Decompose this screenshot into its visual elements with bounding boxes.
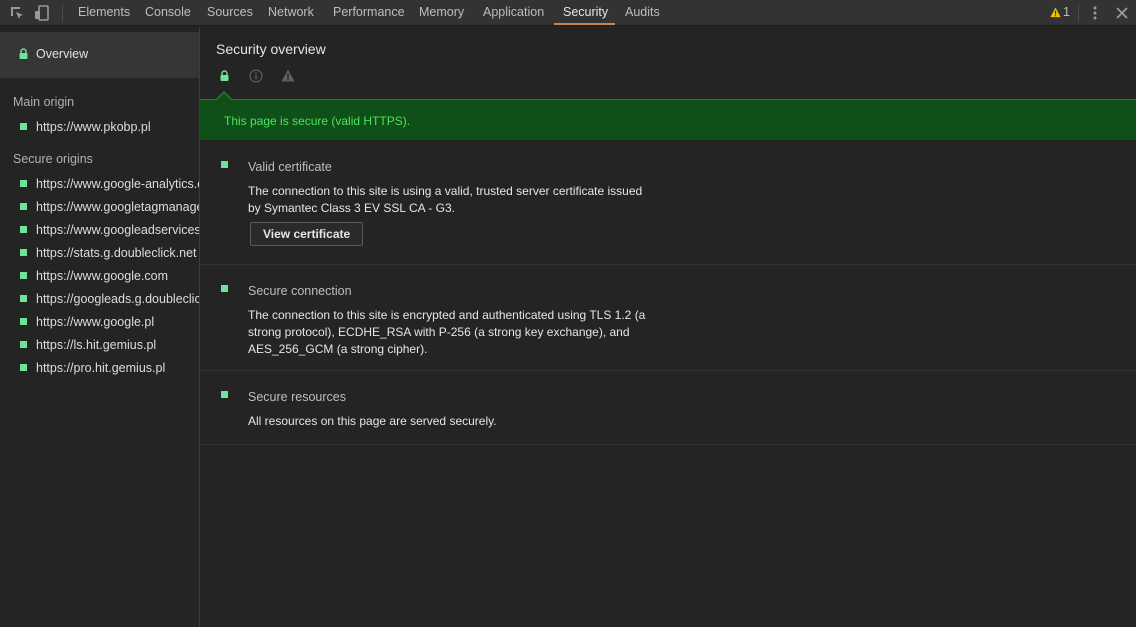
active-tab-indicator bbox=[554, 23, 615, 25]
warning-counter[interactable]: 1 bbox=[1050, 0, 1070, 26]
secure-banner: This page is secure (valid HTTPS). bbox=[200, 99, 1136, 140]
inspect-element-icon[interactable] bbox=[8, 4, 26, 22]
close-icon[interactable] bbox=[1113, 4, 1131, 22]
secure-banner-text: This page is secure (valid HTTPS). bbox=[224, 114, 411, 128]
tab-application[interactable]: Application bbox=[483, 0, 544, 26]
sidebar-item-overview[interactable]: Overview bbox=[0, 32, 199, 78]
view-certificate-button[interactable]: View certificate bbox=[250, 222, 364, 246]
tab-memory[interactable]: Memory bbox=[419, 0, 464, 26]
sidebar-item-origin[interactable]: https://www.google-analytics.com bbox=[20, 177, 199, 193]
sidebar-item-origin[interactable]: https://www.google.pl bbox=[20, 315, 199, 331]
sidebar-item-origin[interactable]: https://www.googleadservices.com bbox=[20, 223, 199, 239]
lock-icon bbox=[19, 48, 28, 62]
sidebar-item-origin[interactable]: https://www.google.com bbox=[20, 269, 199, 285]
sidebar-overview-label: Overview bbox=[36, 47, 89, 61]
section-description: The connection to this site is encrypted… bbox=[248, 308, 646, 356]
warning-icon bbox=[1050, 7, 1061, 18]
sidebar-item-origin[interactable]: https://googleads.g.doubleclick.net bbox=[20, 292, 199, 308]
tab-performance[interactable]: Performance bbox=[333, 0, 405, 26]
secure-status-icon bbox=[20, 249, 27, 256]
section-secure-resources: Secure resources All resources on this p… bbox=[200, 371, 1136, 445]
section-title: Secure connection bbox=[248, 284, 352, 298]
sidebar-item-origin[interactable]: https://www.googletagmanager.com bbox=[20, 200, 199, 216]
sidebar-item-origin[interactable]: https://stats.g.doubleclick.net bbox=[20, 246, 199, 262]
sidebar-item-main-origin[interactable]: https://www.pkobp.pl bbox=[20, 120, 199, 136]
section-secure-connection: Secure connection The connection to this… bbox=[200, 265, 1136, 371]
toolbar-divider bbox=[62, 4, 63, 22]
warning-count: 1 bbox=[1063, 5, 1070, 19]
secure-status-icon bbox=[20, 341, 27, 348]
secure-status-icon bbox=[20, 226, 27, 233]
secure-origins-heading: Secure origins bbox=[13, 152, 93, 166]
more-options-icon[interactable] bbox=[1086, 4, 1104, 22]
banner-pointer-fill bbox=[217, 93, 231, 100]
security-overview-panel: Security overview This page is secure (v… bbox=[200, 27, 1136, 627]
secure-status-icon bbox=[221, 285, 228, 292]
toolbar-divider bbox=[1078, 4, 1079, 22]
security-sidebar: Overview Main origin https://www.pkobp.p… bbox=[0, 27, 200, 627]
sidebar-item-origin[interactable]: https://ls.hit.gemius.pl bbox=[20, 338, 199, 354]
sidebar-item-origin[interactable]: https://pro.hit.gemius.pl bbox=[20, 361, 199, 377]
section-description: All resources on this page are served se… bbox=[248, 414, 497, 428]
section-title: Valid certificate bbox=[248, 160, 332, 174]
tab-sources[interactable]: Sources bbox=[207, 0, 253, 26]
info-icon bbox=[249, 69, 263, 86]
secure-status-icon bbox=[20, 123, 27, 130]
tab-console[interactable]: Console bbox=[145, 0, 191, 26]
secure-status-icon bbox=[221, 391, 228, 398]
page-title: Security overview bbox=[216, 41, 326, 57]
warning-icon bbox=[281, 69, 295, 85]
section-title: Secure resources bbox=[248, 390, 346, 404]
secure-status-icon bbox=[20, 364, 27, 371]
secure-status-icon bbox=[221, 161, 228, 168]
secure-status-icon bbox=[20, 272, 27, 279]
section-valid-certificate: Valid certificate The connection to this… bbox=[200, 141, 1136, 265]
devtools-toolbar: Elements Console Sources Network Perform… bbox=[0, 0, 1136, 26]
secure-status-icon bbox=[20, 180, 27, 187]
lock-icon bbox=[220, 70, 229, 84]
section-description: The connection to this site is using a v… bbox=[248, 184, 643, 215]
secure-status-icon bbox=[20, 318, 27, 325]
main-origin-heading: Main origin bbox=[13, 95, 75, 109]
tab-elements[interactable]: Elements bbox=[78, 0, 130, 26]
tab-network[interactable]: Network bbox=[268, 0, 314, 26]
device-toggle-icon[interactable] bbox=[33, 4, 51, 22]
secure-status-icon bbox=[20, 295, 27, 302]
secure-status-icon bbox=[20, 203, 27, 210]
tab-audits[interactable]: Audits bbox=[625, 0, 660, 26]
